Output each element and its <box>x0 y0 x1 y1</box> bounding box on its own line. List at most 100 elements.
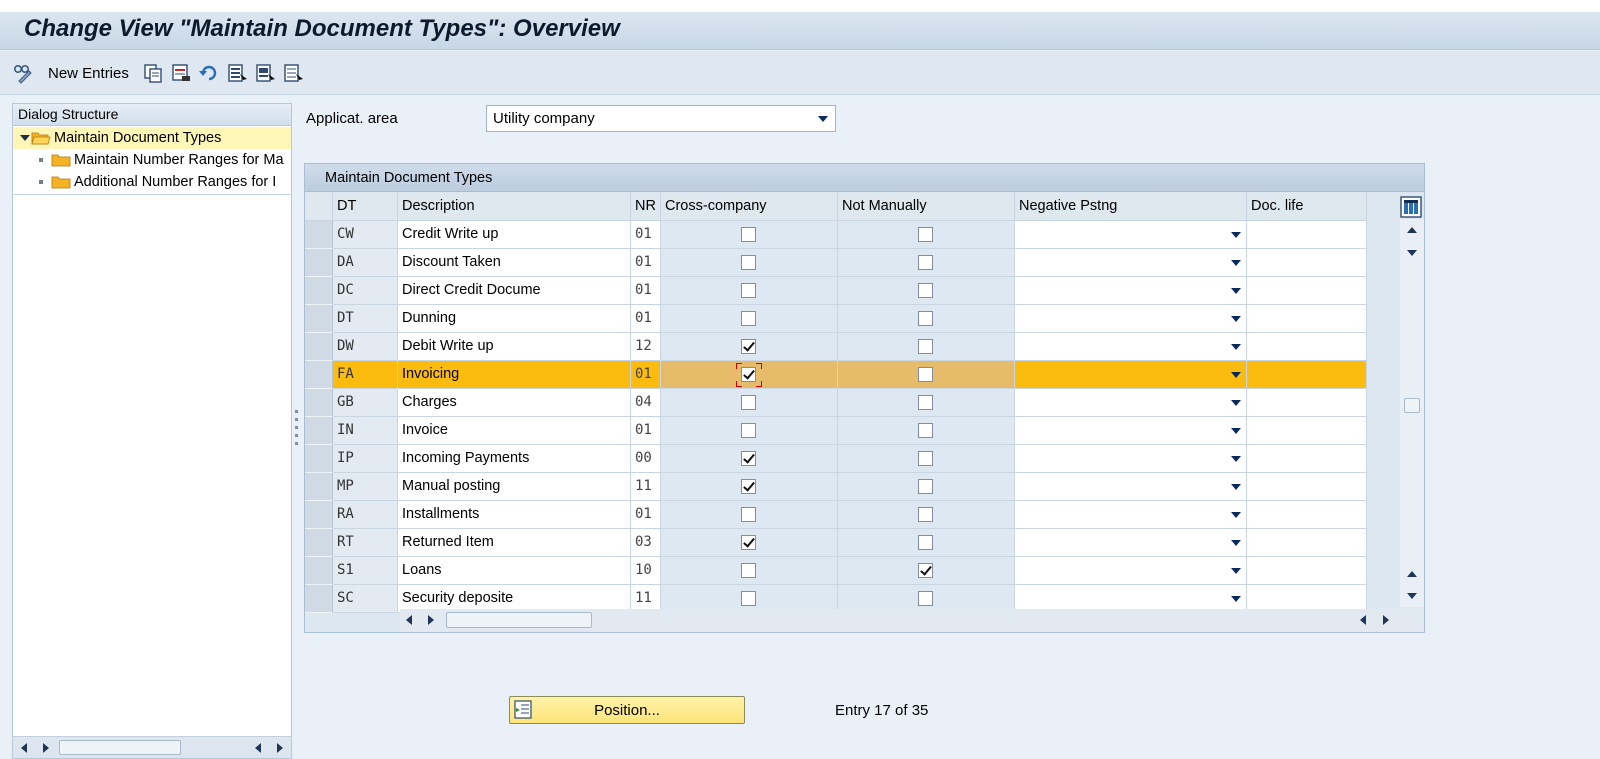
vertical-scroll-thumb[interactable] <box>1404 398 1420 413</box>
cell-nr[interactable]: 01 <box>631 249 661 277</box>
dropdown-arrow-icon[interactable] <box>1231 260 1241 266</box>
cell-doc-life[interactable] <box>1247 221 1367 249</box>
new-entries-button[interactable]: New Entries <box>48 61 129 85</box>
row-selector[interactable] <box>305 277 333 305</box>
cross-company-checkbox[interactable] <box>741 227 756 242</box>
cell-description[interactable]: Debit Write up <box>398 333 631 361</box>
cell-description[interactable]: Charges <box>398 389 631 417</box>
cell-doc-life[interactable] <box>1247 249 1367 277</box>
row-selector[interactable] <box>305 585 333 613</box>
scroll-left-end-icon[interactable] <box>255 743 261 753</box>
cell-nr[interactable]: 10 <box>631 557 661 585</box>
select-block-button[interactable] <box>254 61 276 85</box>
cross-company-checkbox[interactable] <box>741 479 756 494</box>
cell-description[interactable]: Manual posting <box>398 473 631 501</box>
table-vertical-scrollbar[interactable] <box>1400 219 1424 607</box>
cell-negative-posting[interactable] <box>1015 529 1247 557</box>
cell-negative-posting[interactable] <box>1015 417 1247 445</box>
not-manually-checkbox[interactable] <box>918 423 933 438</box>
cell-doc-life[interactable] <box>1247 417 1367 445</box>
delete-button[interactable] <box>170 61 192 85</box>
scroll-up-icon[interactable] <box>1407 227 1417 233</box>
dropdown-arrow-icon[interactable] <box>1231 596 1241 602</box>
not-manually-checkbox[interactable] <box>918 451 933 466</box>
dropdown-arrow-icon[interactable] <box>818 116 828 122</box>
not-manually-checkbox[interactable] <box>918 339 933 354</box>
not-manually-checkbox[interactable] <box>918 535 933 550</box>
not-manually-checkbox[interactable] <box>918 563 933 578</box>
cell-doc-life[interactable] <box>1247 389 1367 417</box>
cell-description[interactable]: Incoming Payments <box>398 445 631 473</box>
row-selector[interactable] <box>305 333 333 361</box>
cell-doc-life[interactable] <box>1247 557 1367 585</box>
not-manually-checkbox[interactable] <box>918 591 933 606</box>
cell-nr[interactable]: 12 <box>631 333 661 361</box>
tree-item-number-ranges[interactable]: Maintain Number Ranges for Ma <box>39 149 284 171</box>
table-horizontal-scrollbar[interactable] <box>400 609 1424 631</box>
dropdown-arrow-icon[interactable] <box>1231 344 1241 350</box>
cell-negative-posting[interactable] <box>1015 221 1247 249</box>
cell-doc-life[interactable] <box>1247 529 1367 557</box>
not-manually-checkbox[interactable] <box>918 395 933 410</box>
cell-description[interactable]: Discount Taken <box>398 249 631 277</box>
scroll-down-icon[interactable] <box>1407 250 1417 256</box>
scroll-right-end-icon[interactable] <box>277 743 283 753</box>
row-selector[interactable] <box>305 557 333 585</box>
tree-item-maintain-document-types[interactable]: Maintain Document Types <box>13 127 291 149</box>
cell-negative-posting[interactable] <box>1015 249 1247 277</box>
cell-description[interactable]: Credit Write up <box>398 221 631 249</box>
cell-nr[interactable]: 01 <box>631 501 661 529</box>
cross-company-checkbox[interactable] <box>741 283 756 298</box>
cross-company-checkbox[interactable] <box>741 311 756 326</box>
select-all-button[interactable] <box>226 61 248 85</box>
dropdown-arrow-icon[interactable] <box>1231 232 1241 238</box>
cell-nr[interactable]: 01 <box>631 277 661 305</box>
row-selector[interactable] <box>305 221 333 249</box>
cell-negative-posting[interactable] <box>1015 389 1247 417</box>
column-header-doc-life[interactable]: Doc. life <box>1247 193 1367 221</box>
cell-doc-life[interactable] <box>1247 305 1367 333</box>
cell-description[interactable]: Invoicing <box>398 361 631 389</box>
cell-doc-life[interactable] <box>1247 333 1367 361</box>
copy-button[interactable] <box>142 61 164 85</box>
row-selector[interactable] <box>305 473 333 501</box>
tree-item-additional-number-ranges[interactable]: Additional Number Ranges for I <box>39 171 276 193</box>
cell-negative-posting[interactable] <box>1015 501 1247 529</box>
cell-nr[interactable]: 03 <box>631 529 661 557</box>
column-header-not-manually[interactable]: Not Manually <box>838 193 1015 221</box>
cross-company-checkbox[interactable] <box>741 395 756 410</box>
cross-company-checkbox[interactable] <box>741 563 756 578</box>
dropdown-arrow-icon[interactable] <box>1231 540 1241 546</box>
cell-description[interactable]: Direct Credit Docume <box>398 277 631 305</box>
column-header-dt[interactable]: DT <box>333 193 398 221</box>
expand-triangle-icon[interactable] <box>19 133 31 143</box>
row-selector[interactable] <box>305 501 333 529</box>
panel-splitter[interactable] <box>294 410 300 454</box>
cell-nr[interactable]: 01 <box>631 361 661 389</box>
not-manually-checkbox[interactable] <box>918 311 933 326</box>
column-header-description[interactable]: Description <box>398 193 631 221</box>
cell-doc-life[interactable] <box>1247 445 1367 473</box>
dropdown-arrow-icon[interactable] <box>1231 484 1241 490</box>
cell-nr[interactable]: 01 <box>631 221 661 249</box>
cross-company-checkbox[interactable] <box>741 339 756 354</box>
scroll-left-icon[interactable] <box>21 743 27 753</box>
cell-description[interactable]: Returned Item <box>398 529 631 557</box>
row-selector[interactable] <box>305 305 333 333</box>
cell-negative-posting[interactable] <box>1015 557 1247 585</box>
position-button[interactable]: Position... <box>509 696 745 724</box>
column-header-nr[interactable]: NR <box>631 193 661 221</box>
not-manually-checkbox[interactable] <box>918 367 933 382</box>
dropdown-arrow-icon[interactable] <box>1231 316 1241 322</box>
cell-nr[interactable]: 11 <box>631 473 661 501</box>
row-selector[interactable] <box>305 529 333 557</box>
cell-doc-life[interactable] <box>1247 361 1367 389</box>
application-area-dropdown[interactable]: Utility company <box>486 105 836 132</box>
cross-company-checkbox[interactable] <box>741 451 756 466</box>
cell-negative-posting[interactable] <box>1015 473 1247 501</box>
cell-negative-posting[interactable] <box>1015 361 1247 389</box>
scroll-left-end-icon[interactable] <box>1360 615 1366 625</box>
row-selector[interactable] <box>305 389 333 417</box>
tree-horizontal-scrollbar[interactable] <box>13 736 291 758</box>
not-manually-checkbox[interactable] <box>918 227 933 242</box>
